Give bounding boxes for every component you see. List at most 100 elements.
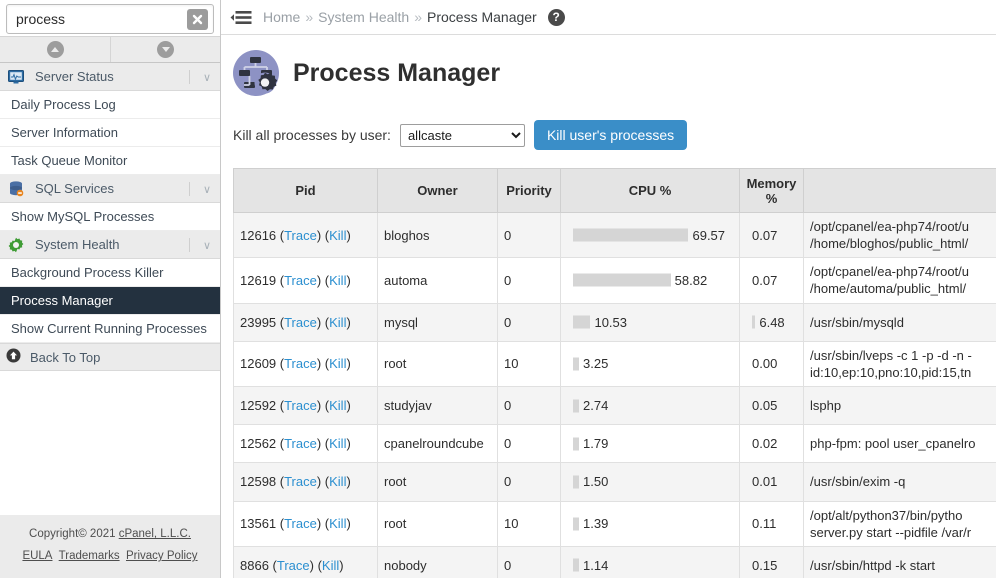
cpanel-link[interactable]: cPanel, L.L.C. (119, 528, 191, 540)
sidebar-item-server-information[interactable]: Server Information (0, 119, 220, 147)
kill-link[interactable]: Kill (329, 315, 346, 330)
cell-command: lsphp (804, 387, 996, 425)
sidebar-group-system-health[interactable]: System Health ∨ (0, 231, 220, 259)
hamburger-menu-icon[interactable] (229, 8, 253, 26)
trace-link[interactable]: Trace (284, 273, 317, 288)
trace-link[interactable]: Trace (284, 436, 317, 451)
cell-owner: studyjav (378, 387, 498, 425)
cell-cpu: 1.14 (561, 546, 740, 578)
process-table-container: Pid Owner Priority CPU % Memory % Comman… (233, 168, 996, 578)
kill-link[interactable]: Kill (329, 398, 346, 413)
table-head: Pid Owner Priority CPU % Memory % Comman… (234, 169, 996, 213)
breadcrumb-home[interactable]: Home (263, 9, 300, 25)
table-row: 12616 (Trace) (Kill)bloghos069.570.07/op… (234, 213, 996, 258)
cell-pid: 13561 (Trace) (Kill) (234, 501, 378, 546)
kill-user-processes-button[interactable]: Kill user's processes (534, 120, 687, 150)
cell-pid: 12616 (Trace) (Kill) (234, 213, 378, 258)
pid-text: ) (346, 315, 350, 330)
search-input[interactable] (7, 6, 213, 32)
column-header-owner[interactable]: Owner (378, 169, 498, 213)
kill-link[interactable]: Kill (329, 228, 346, 243)
cpu-bar (573, 274, 671, 287)
pid-text: ) (346, 474, 350, 489)
kill-link[interactable]: Kill (329, 474, 346, 489)
kill-link[interactable]: Kill (329, 273, 346, 288)
column-header-cpu[interactable]: CPU % (561, 169, 740, 213)
main-content: Home » System Health » Process Manager ? (221, 0, 996, 578)
divider (189, 238, 190, 252)
trace-link[interactable]: Trace (284, 315, 317, 330)
breadcrumb-system-health[interactable]: System Health (318, 9, 409, 25)
pid-value: 8866 ( (240, 558, 277, 573)
cpu-bar (573, 229, 688, 242)
sidebar-item-background-process-killer[interactable]: Background Process Killer (0, 259, 220, 287)
memory-value: 0.01 (752, 473, 777, 490)
chevron-down-icon[interactable]: ∨ (203, 231, 211, 259)
trademarks-link[interactable]: Trademarks (59, 550, 120, 562)
memory-value: 6.48 (759, 314, 784, 331)
chevron-down-icon[interactable]: ∨ (203, 63, 211, 91)
table-row: 12609 (Trace) (Kill)root103.250.00/usr/s… (234, 341, 996, 386)
table-row: 8866 (Trace) (Kill)nobody01.140.15/usr/s… (234, 546, 996, 578)
chevron-down-icon[interactable]: ∨ (203, 175, 211, 203)
sidebar-item-daily-process-log[interactable]: Daily Process Log (0, 91, 220, 119)
expand-all-button[interactable] (110, 37, 220, 62)
clear-search-icon[interactable] (187, 9, 208, 30)
cell-command: /opt/cpanel/ea-php74/root/u/home/bloghos… (804, 213, 996, 258)
sidebar-item-show-mysql-processes[interactable]: Show MySQL Processes (0, 203, 220, 231)
kill-user-label: Kill all processes by user: (233, 127, 391, 143)
breadcrumb-process-manager: Process Manager (427, 9, 537, 25)
trace-link[interactable]: Trace (284, 228, 317, 243)
help-question-icon[interactable]: ? (548, 9, 565, 26)
sidebar-item-show-current-running-processes[interactable]: Show Current Running Processes (0, 315, 220, 343)
footer-links: EULA Trademarks Privacy Policy (6, 546, 214, 568)
sidebar-item-process-manager[interactable]: Process Manager (0, 287, 220, 315)
kill-user-select[interactable]: allcaste (400, 124, 525, 147)
cell-command: /usr/sbin/httpd -k start (804, 546, 996, 578)
sidebar-item-task-queue-monitor[interactable]: Task Queue Monitor (0, 147, 220, 175)
eula-link[interactable]: EULA (22, 550, 52, 562)
column-header-pid[interactable]: Pid (234, 169, 378, 213)
sidebar: Server Status ∨ Daily Process Log Server… (0, 0, 221, 578)
command-line: /home/bloghos/public_html/ (810, 235, 996, 252)
pid-value: 12598 ( (240, 474, 284, 489)
column-header-priority[interactable]: Priority (498, 169, 561, 213)
page-title: Process Manager (293, 59, 500, 88)
column-header-command[interactable]: Command (804, 169, 996, 213)
search-box[interactable] (6, 4, 214, 34)
trace-link[interactable]: Trace (284, 516, 317, 531)
pid-value: 12609 ( (240, 356, 284, 371)
column-header-memory[interactable]: Memory % (740, 169, 804, 213)
cell-command: /usr/sbin/exim -q (804, 463, 996, 501)
collapse-all-button[interactable] (0, 37, 110, 62)
copyright-text: Copyright© 2021 (29, 528, 119, 540)
kill-link[interactable]: Kill (329, 356, 346, 371)
back-to-top-button[interactable]: Back To Top (0, 343, 220, 371)
command-line: /usr/sbin/mysqld (810, 314, 996, 331)
table-row: 12592 (Trace) (Kill)studyjav02.740.05lsp… (234, 387, 996, 425)
cell-priority: 0 (498, 387, 561, 425)
trace-link[interactable]: Trace (284, 356, 317, 371)
trace-link[interactable]: Trace (284, 474, 317, 489)
privacy-policy-link[interactable]: Privacy Policy (126, 550, 198, 562)
kill-link[interactable]: Kill (329, 436, 346, 451)
cell-cpu: 2.74 (561, 387, 740, 425)
pid-text: ) (346, 516, 350, 531)
sidebar-group-server-status[interactable]: Server Status ∨ (0, 63, 220, 91)
gear-green-icon (6, 237, 26, 253)
cpu-bar (573, 559, 579, 572)
pid-text: ) (346, 273, 350, 288)
kill-link[interactable]: Kill (322, 558, 339, 573)
sidebar-group-label: System Health (35, 237, 120, 252)
cell-command: php-fpm: pool user_cpanelro (804, 425, 996, 463)
command-line: /usr/sbin/exim -q (810, 473, 996, 490)
cell-command: /usr/sbin/mysqld (804, 303, 996, 341)
cell-pid: 12562 (Trace) (Kill) (234, 425, 378, 463)
trace-link[interactable]: Trace (284, 398, 317, 413)
kill-link[interactable]: Kill (329, 516, 346, 531)
sidebar-group-sql-services[interactable]: SQL Services ∨ (0, 175, 220, 203)
command-line: id:10,ep:10,pno:10,pid:15,tn (810, 364, 996, 381)
trace-link[interactable]: Trace (277, 558, 310, 573)
sidebar-group-label: Server Status (35, 69, 114, 84)
cell-pid: 23995 (Trace) (Kill) (234, 303, 378, 341)
